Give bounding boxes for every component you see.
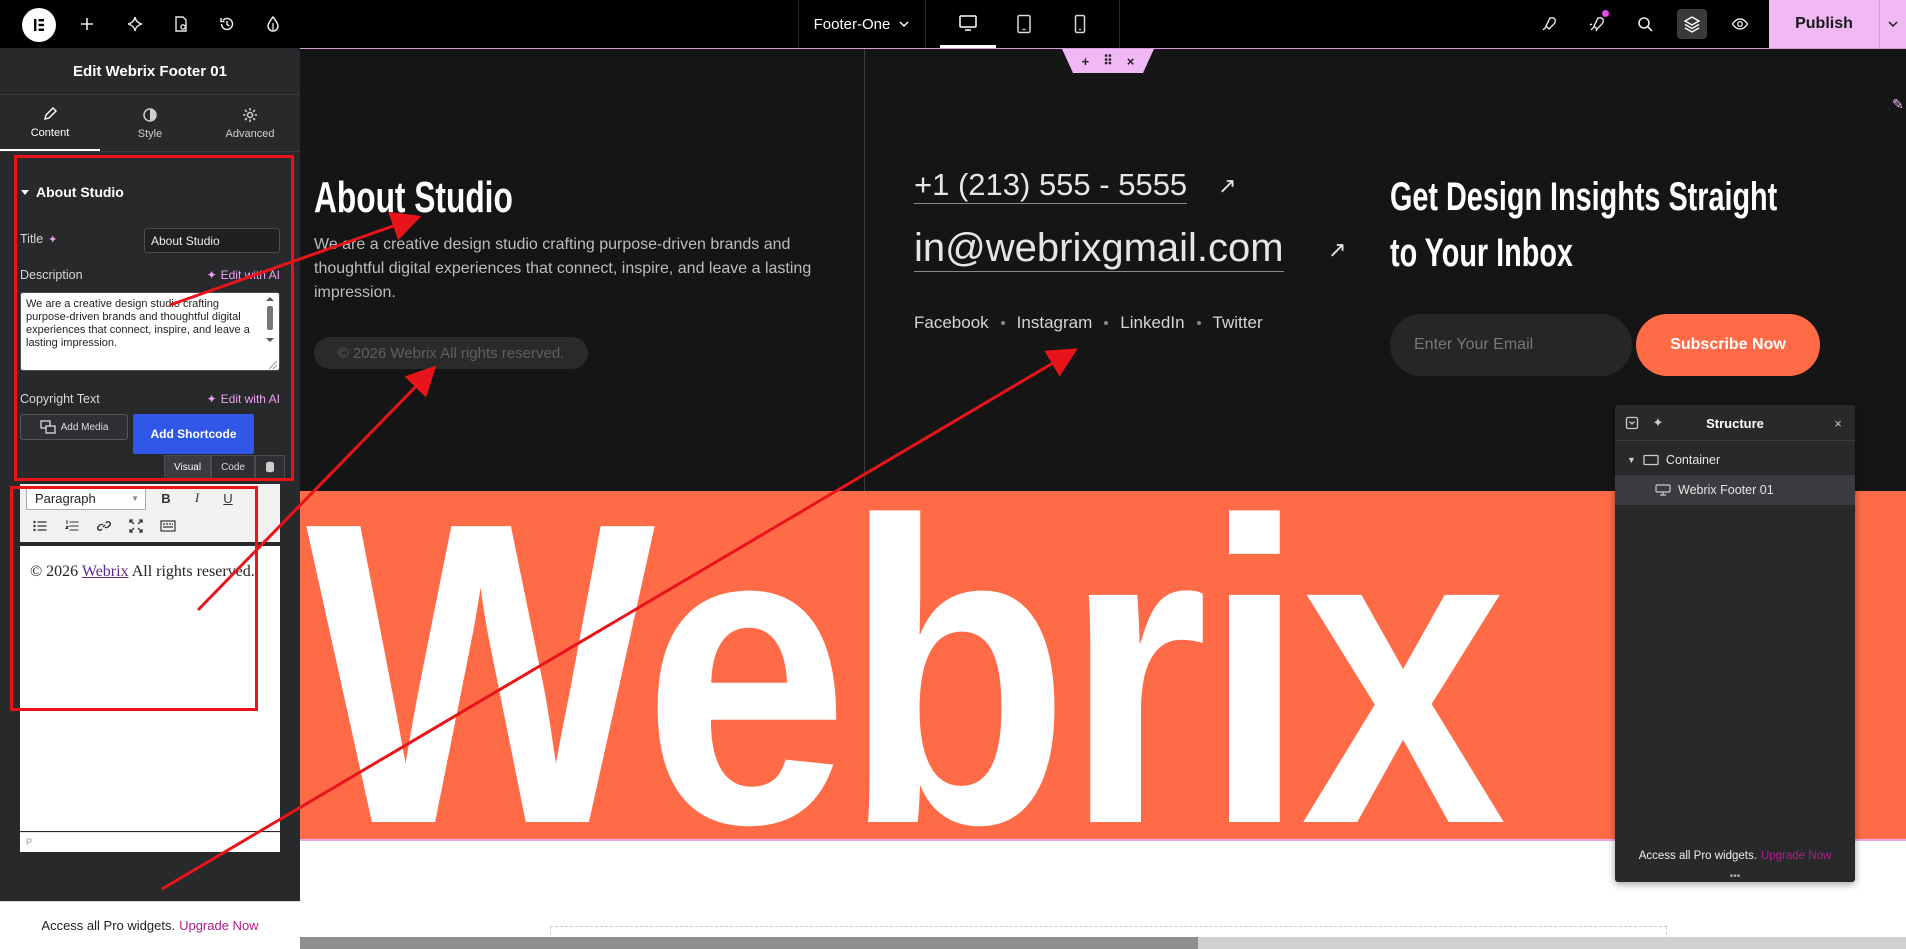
preview-eye-icon[interactable] — [1725, 9, 1755, 39]
newsletter-email-input[interactable]: Enter Your Email — [1390, 314, 1632, 376]
banner-wordmark: Webrix — [306, 491, 1506, 841]
panel-tabs: Content Style Advanced — [0, 95, 300, 152]
separator-dot — [1104, 321, 1109, 325]
elementor-logo-icon[interactable] — [22, 8, 56, 42]
page-selector[interactable]: Footer-One — [798, 0, 926, 48]
annotation-box-content — [14, 155, 294, 481]
publish-button[interactable]: Publish — [1769, 0, 1879, 48]
notifications-icon[interactable] — [1582, 9, 1612, 39]
separator-dot — [1000, 321, 1005, 325]
arrow-up-right-icon: ↗ — [1328, 237, 1347, 262]
page-settings-icon[interactable] — [166, 9, 196, 39]
panel-title: Edit Webrix Footer 01 — [0, 48, 300, 95]
social-link-facebook[interactable]: Facebook — [914, 313, 989, 333]
structure-upgrade-now-link[interactable]: Upgrade Now — [1761, 850, 1831, 862]
collapse-all-icon[interactable] — [1623, 414, 1641, 432]
launch-icon[interactable] — [1534, 9, 1564, 39]
half-circle-icon — [143, 107, 157, 122]
tree-item-webrix-footer-label: Webrix Footer 01 — [1678, 483, 1774, 497]
history-icon[interactable] — [212, 9, 242, 39]
device-mobile-icon[interactable] — [1052, 0, 1108, 48]
tab-content-label: Content — [30, 126, 70, 139]
panel-pro-banner: Access all Pro widgets. Upgrade Now — [0, 901, 300, 949]
tree-item-webrix-footer[interactable]: Webrix Footer 01 — [1615, 475, 1855, 505]
drag-grip-icon[interactable]: ⠿ — [1103, 53, 1113, 69]
copyright-text[interactable]: © 2026 Webrix All rights reserved. — [314, 337, 588, 369]
pencil-icon — [44, 106, 57, 120]
close-icon[interactable]: × — [1127, 54, 1135, 69]
tree-item-container-label: Container — [1665, 453, 1721, 467]
social-links: Facebook Instagram LinkedIn Twitter — [914, 313, 1263, 333]
notification-dot — [1602, 10, 1609, 17]
chevron-down-icon — [1888, 21, 1898, 28]
layers-icon[interactable] — [1677, 9, 1707, 39]
tab-content[interactable]: Content — [0, 95, 100, 151]
close-icon[interactable]: × — [1829, 414, 1847, 432]
page-name: Footer-One — [813, 15, 891, 33]
publish-options-button[interactable] — [1879, 0, 1906, 48]
container-handle[interactable]: + ⠿ × — [1062, 49, 1154, 73]
horizontal-scrollbar[interactable] — [300, 937, 1906, 949]
arrow-up-right-icon: ↗ — [1218, 173, 1237, 198]
site-settings-drop-icon[interactable] — [258, 9, 288, 39]
structure-panel: Structure ✦ × ▼ Container Webrix Footer … — [1615, 405, 1855, 882]
gear-icon — [243, 107, 257, 122]
scrollbar-thumb[interactable] — [300, 937, 1198, 949]
top-bar: Footer-One Publish — [0, 0, 1906, 48]
newsletter-title-line-1: Get Design Insights Straight — [1390, 175, 1778, 219]
tab-style[interactable]: Style — [100, 95, 200, 151]
search-icon[interactable] — [1630, 9, 1660, 39]
pro-banner-text: Access all Pro widgets. — [41, 918, 176, 933]
annotation-box-editor — [10, 486, 258, 711]
social-link-twitter[interactable]: Twitter — [1213, 313, 1263, 333]
tab-advanced-label: Advanced — [225, 127, 275, 140]
tab-advanced[interactable]: Advanced — [200, 95, 300, 151]
subscribe-button[interactable]: Subscribe Now — [1636, 314, 1820, 376]
resize-grip-icon[interactable]: ••• — [1615, 871, 1855, 882]
widget-icon — [1655, 484, 1671, 496]
newsletter-title[interactable]: Get Design Insights Straight to Your Inb… — [1390, 169, 1777, 281]
column-divider — [864, 49, 865, 492]
structure-pro-banner: Access all Pro widgets. Upgrade Now — [1615, 841, 1855, 871]
social-link-linkedin[interactable]: LinkedIn — [1120, 313, 1184, 333]
about-title[interactable]: About Studio — [314, 173, 513, 223]
structure-header: Structure ✦ × — [1615, 405, 1855, 441]
tree-item-container[interactable]: ▼ Container — [1615, 445, 1855, 475]
newsletter-title-line-2: to Your Inbox — [1390, 231, 1573, 275]
upgrade-now-link[interactable]: Upgrade Now — [179, 918, 259, 933]
email-link[interactable]: in@webrixgmail.com — [914, 225, 1284, 272]
tab-style-label: Style — [137, 127, 163, 140]
ai-sparkle-icon[interactable]: ✦ — [1649, 414, 1667, 432]
device-switcher — [926, 0, 1120, 48]
editor-path-status: P — [20, 832, 280, 852]
device-tablet-icon[interactable] — [996, 0, 1052, 48]
device-desktop-icon[interactable] — [940, 0, 996, 48]
container-icon — [1643, 454, 1659, 466]
about-description[interactable]: We are a creative design studio crafting… — [314, 233, 834, 305]
social-link-instagram[interactable]: Instagram — [1017, 313, 1093, 333]
caret-down-icon[interactable]: ▼ — [1627, 455, 1636, 465]
structure-pro-text: Access all Pro widgets. — [1638, 850, 1757, 862]
add-icon[interactable] — [72, 9, 102, 39]
separator-dot — [1196, 321, 1201, 325]
chevron-down-icon — [899, 21, 909, 28]
edit-pencil-icon[interactable]: ✎ — [1892, 96, 1906, 120]
phone-link[interactable]: +1 (213) 555 - 5555 — [914, 167, 1188, 204]
add-icon[interactable]: + — [1082, 54, 1090, 69]
ai-sparkle-icon[interactable] — [120, 9, 150, 39]
